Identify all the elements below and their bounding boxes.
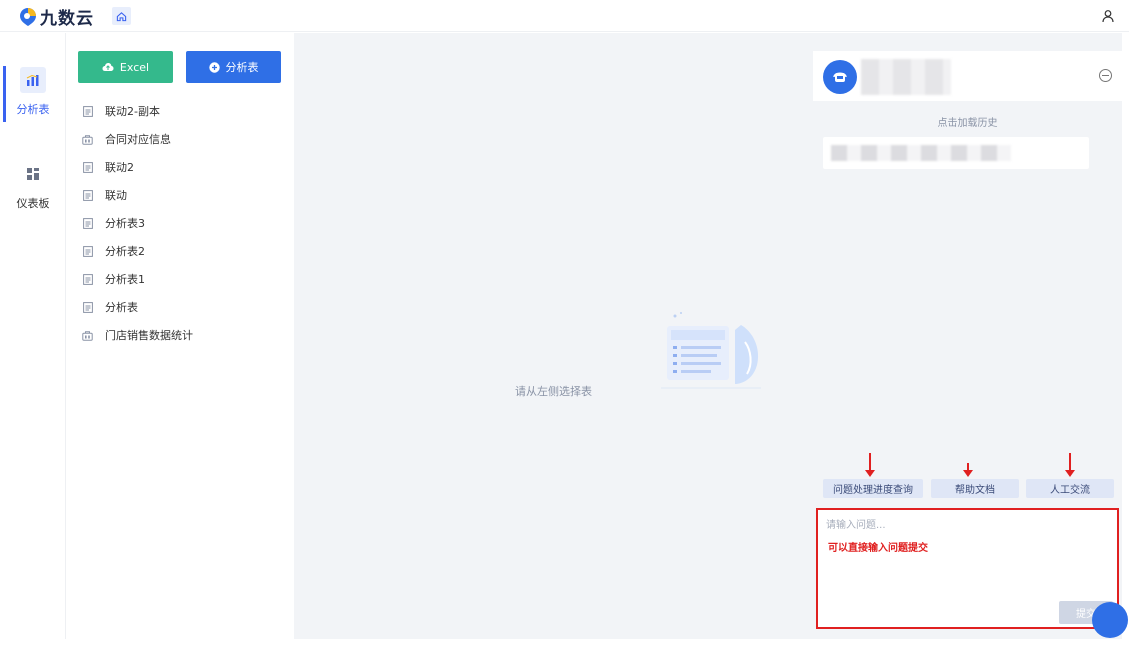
user-icon[interactable] bbox=[1101, 8, 1115, 23]
main-canvas: 请从左侧选择表 bbox=[294, 33, 813, 639]
table-name: 联动 bbox=[105, 189, 127, 202]
cloud-upload-icon bbox=[102, 63, 114, 71]
sheet-icon bbox=[82, 189, 93, 201]
logo-icon bbox=[18, 6, 38, 28]
brand-name: 九数云 bbox=[40, 9, 94, 29]
input-placeholder: 请输入问题... bbox=[826, 520, 886, 531]
headset-icon bbox=[833, 72, 847, 82]
table-list-item[interactable]: 联动2-副本 bbox=[67, 97, 293, 125]
home-icon bbox=[116, 11, 127, 21]
table-name: 分析表 bbox=[105, 301, 138, 314]
rail-label-analysis: 分析表 bbox=[16, 103, 50, 116]
table-list-item[interactable]: 门店销售数据统计 bbox=[67, 321, 293, 349]
annotation-arrow bbox=[1065, 453, 1075, 477]
table-name: 分析表1 bbox=[105, 273, 145, 286]
annotation-arrow bbox=[963, 463, 973, 477]
table-list-item[interactable]: 联动 bbox=[67, 181, 293, 209]
bag-icon bbox=[82, 330, 93, 341]
table-name: 分析表2 bbox=[105, 245, 145, 258]
help-docs-button[interactable]: 帮助文档 bbox=[931, 479, 1019, 498]
table-name: 分析表3 bbox=[105, 217, 145, 230]
annotation-arrow bbox=[865, 453, 875, 477]
table-name: 合同对应信息 bbox=[105, 133, 171, 146]
sheet-icon bbox=[82, 245, 93, 257]
table-list-item[interactable]: 分析表1 bbox=[67, 265, 293, 293]
add-analysis-button[interactable]: 分析表 bbox=[186, 51, 281, 83]
sheet-icon bbox=[82, 105, 93, 117]
sheet-icon bbox=[82, 301, 93, 313]
sheet-icon bbox=[82, 273, 93, 285]
sheet-icon bbox=[82, 161, 93, 173]
chat-message bbox=[823, 137, 1089, 169]
sheet-icon bbox=[82, 217, 93, 229]
plus-circle-icon bbox=[208, 61, 220, 73]
message-blurred bbox=[831, 145, 1011, 161]
table-list-item[interactable]: 分析表3 bbox=[67, 209, 293, 237]
table-list-item[interactable]: 合同对应信息 bbox=[67, 125, 293, 153]
rail-label-dashboard: 仪表板 bbox=[16, 197, 50, 210]
table-list-panel: Excel 分析表 联动2-副本 合同对应信息 联动2 联动分析表3 分析表2 分析表1 分… bbox=[67, 33, 293, 639]
app-logo[interactable]: 九数云 bbox=[18, 4, 94, 29]
home-button[interactable] bbox=[112, 7, 131, 25]
table-list: 联动2-副本 合同对应信息 联动2 联动分析表3 分析表2 分析表1 分析表门店销售数据统计 bbox=[67, 97, 293, 349]
table-list-item[interactable]: 分析表 bbox=[67, 293, 293, 321]
annotation-note: 可以直接输入问题提交 bbox=[828, 543, 928, 554]
rail-item-analysis[interactable]: 分析表 bbox=[0, 67, 66, 117]
chart-icon bbox=[20, 67, 46, 93]
bag-icon bbox=[82, 134, 93, 145]
progress-query-button[interactable]: 问题处理进度查询 bbox=[823, 479, 923, 498]
dashboard-icon bbox=[20, 161, 46, 187]
table-list-item[interactable]: 联动2 bbox=[67, 153, 293, 181]
load-history-link[interactable]: 点击加载历史 bbox=[813, 114, 1122, 129]
left-rail: 分析表 仪表板 bbox=[0, 33, 66, 639]
chat-panel: 点击加载历史 问题处理进度查询 帮助文档 人工交流 请输入问题... 可以直接输… bbox=[813, 33, 1122, 639]
excel-button-label: Excel bbox=[119, 60, 150, 74]
question-input[interactable]: 请输入问题... 可以直接输入问题提交 提交 bbox=[816, 508, 1119, 629]
minimize-icon[interactable] bbox=[1099, 69, 1112, 82]
agent-name-blurred bbox=[861, 59, 951, 95]
chat-header bbox=[813, 51, 1122, 101]
rail-item-dashboard[interactable]: 仪表板 bbox=[0, 161, 66, 211]
human-agent-button[interactable]: 人工交流 bbox=[1026, 479, 1114, 498]
table-name: 联动2 bbox=[105, 161, 134, 174]
bot-avatar bbox=[823, 60, 857, 94]
table-list-item[interactable]: 分析表2 bbox=[67, 237, 293, 265]
analysis-button-label: 分析表 bbox=[225, 61, 259, 74]
empty-state-text: 请从左侧选择表 bbox=[515, 385, 592, 398]
table-name: 门店销售数据统计 bbox=[105, 329, 193, 342]
table-name: 联动2-副本 bbox=[105, 105, 160, 118]
chat-fab-button[interactable] bbox=[1092, 602, 1128, 638]
top-bar: 九数云 bbox=[0, 0, 1129, 32]
excel-upload-button[interactable]: Excel bbox=[78, 51, 173, 83]
